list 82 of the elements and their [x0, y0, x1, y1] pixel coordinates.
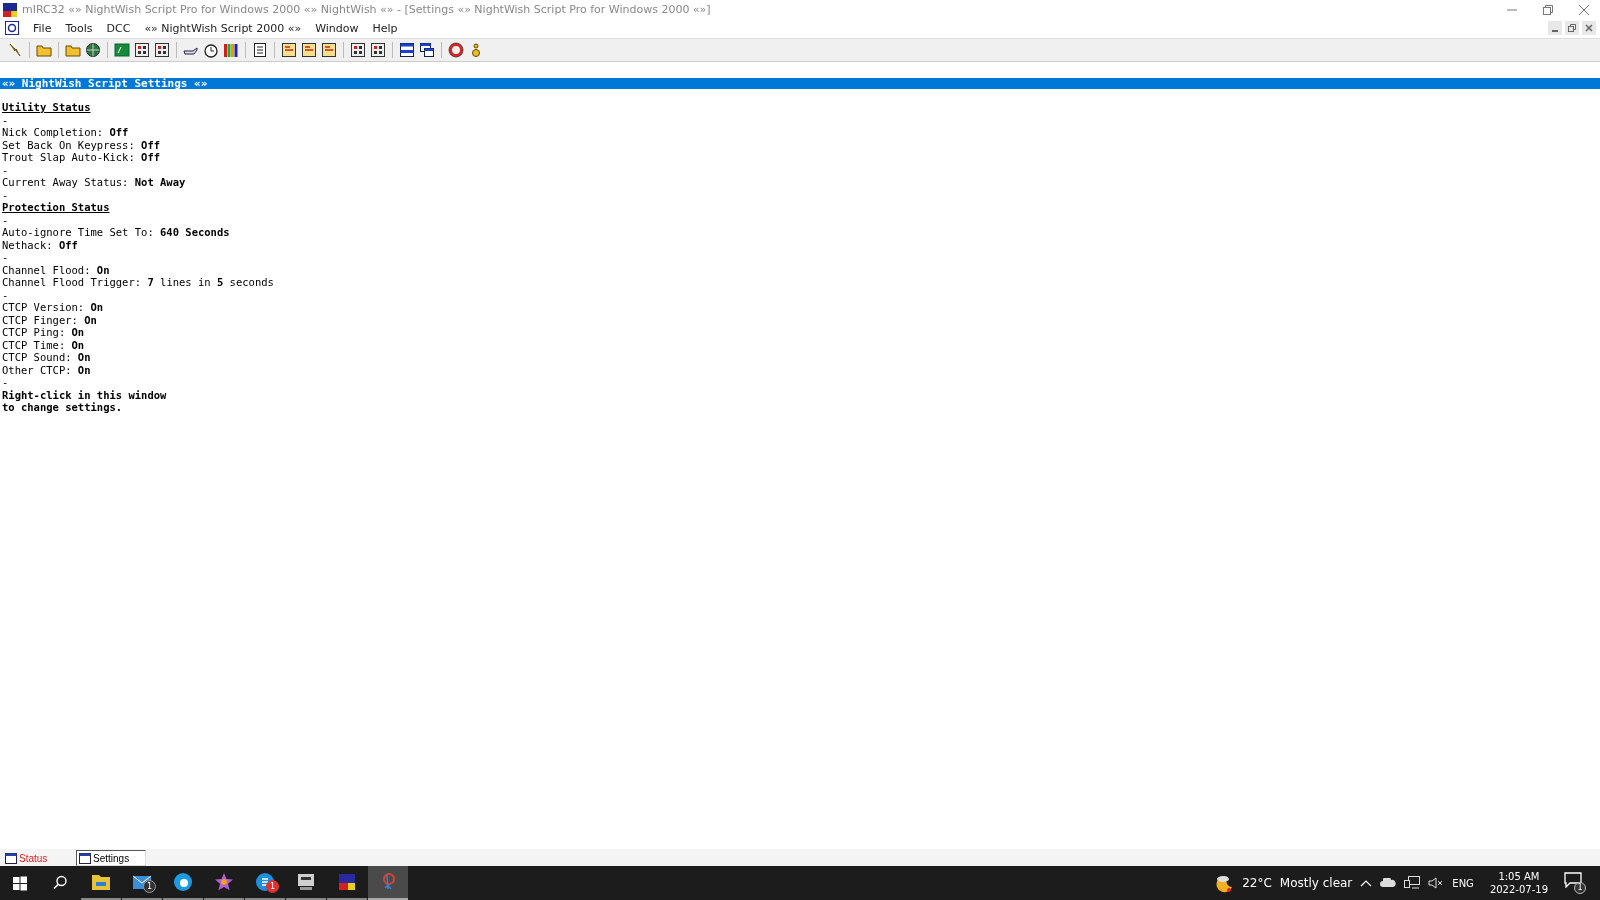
chevron-up-icon[interactable] [1360, 878, 1373, 888]
menu-item[interactable]: Tools [65, 21, 93, 35]
app-logo-icon [3, 2, 17, 17]
menu-item[interactable]: DCC [106, 21, 131, 35]
status-line: CTCP Time: On [2, 338, 85, 351]
cascade-windows-icon[interactable] [419, 42, 435, 58]
window-title: mIRC32 «» NightWish Script Pro for Windows 2000 «» NightWish «» - [Settings «» NightWish Script Pro for Windows 2000 «»] [22, 3, 711, 16]
status-line: Channel Flood: On [2, 263, 110, 276]
taskbar-app[interactable]: 1 [245, 866, 285, 900]
language-indicator[interactable]: ENG [1452, 877, 1474, 889]
status-line: Other CTCP: On [2, 363, 91, 376]
window-tab[interactable]: Settings [76, 850, 146, 866]
menu-item[interactable]: «» NightWish Script 2000 «» [144, 21, 302, 35]
network-icon[interactable] [1404, 876, 1421, 890]
panel-icon[interactable] [370, 42, 386, 58]
hint-text: Right-click in this window [2, 388, 167, 401]
panel-icon[interactable] [134, 42, 150, 58]
folder-icon [91, 873, 111, 891]
window-tab[interactable]: Status [2, 850, 72, 866]
menu-item[interactable]: Window [315, 21, 359, 35]
monitor-icon [296, 872, 316, 892]
globe-icon[interactable] [85, 42, 101, 58]
status-line: Nethack: Off [2, 238, 78, 251]
status-line: Auto-ignore Time Set To: 640 Seconds [2, 226, 230, 239]
clock-icon[interactable] [203, 42, 219, 58]
notification-badge: 1 [143, 880, 156, 893]
status-line: - [2, 163, 9, 176]
status-line: - [2, 113, 9, 126]
status-line: - [2, 288, 9, 301]
close-icon[interactable] [1578, 3, 1590, 16]
browser-icon [173, 872, 193, 892]
close-icon[interactable] [1582, 21, 1596, 35]
document-icon[interactable] [321, 42, 337, 58]
restore-icon[interactable] [1542, 3, 1554, 16]
status-line: Nick Completion: Off [2, 126, 129, 139]
tile-horizontal-icon[interactable] [399, 42, 415, 58]
status-line: Trout Slap Auto-Kick: Off [2, 151, 161, 164]
status-line: - [2, 251, 9, 264]
notification-center-icon[interactable] [1564, 872, 1582, 888]
panel-icon[interactable] [154, 42, 170, 58]
folder-icon[interactable] [65, 42, 81, 58]
clock-date[interactable]: 2022-07-19 [1489, 884, 1548, 895]
status-line: CTCP Finger: On [2, 313, 97, 326]
weather-text[interactable]: Mostly clear [1279, 876, 1353, 890]
status-line: Current Away Status: Not Away [2, 176, 186, 189]
document-icon[interactable] [281, 42, 297, 58]
app-logo-icon [337, 872, 357, 892]
taskbar-app[interactable]: 1 [122, 866, 162, 900]
menu-item[interactable]: File [33, 21, 52, 35]
status-line: CTCP Version: On [2, 301, 104, 314]
notification-count: 1 [1574, 882, 1586, 894]
clock-time[interactable]: 1:05 AM [1498, 871, 1540, 882]
status-line: CTCP Sound: On [2, 351, 91, 364]
document-title-bar: «» NightWish Script Settings «» [0, 78, 1600, 89]
terminal-icon[interactable] [114, 42, 130, 58]
envelope-icon [132, 874, 152, 890]
document-icon[interactable] [301, 42, 317, 58]
lightning-icon[interactable] [7, 42, 23, 58]
notebook-icon[interactable] [252, 42, 268, 58]
status-line: - [2, 213, 9, 226]
star-icon [214, 872, 234, 892]
folder-icon[interactable] [36, 42, 52, 58]
window-icon [79, 852, 91, 864]
restore-icon[interactable] [1565, 21, 1579, 35]
status-line: Channel Flood Trigger: 7 lines in 5 seconds [2, 276, 274, 289]
hint-text: to change settings. [2, 401, 123, 414]
lifebuoy-icon[interactable] [448, 42, 464, 58]
minimize-icon[interactable] [1548, 21, 1562, 35]
weather-moon-icon[interactable] [1214, 873, 1235, 893]
menu-item[interactable]: Help [372, 21, 398, 35]
muted-speaker-icon[interactable] [1428, 877, 1445, 889]
section-heading: Utility Status [2, 101, 91, 114]
notification-badge: 1 [266, 880, 279, 893]
status-line: - [2, 188, 9, 201]
temperature-text[interactable]: 22°C [1242, 876, 1272, 890]
panel-icon[interactable] [350, 42, 366, 58]
status-line: Set Back On Keypress: Off [2, 138, 161, 151]
books-icon[interactable] [223, 42, 239, 58]
section-heading: Protection Status [2, 201, 110, 214]
status-line: - [2, 376, 9, 389]
cloud-icon[interactable] [1380, 878, 1397, 888]
status-line: CTCP Ping: On [2, 326, 85, 339]
